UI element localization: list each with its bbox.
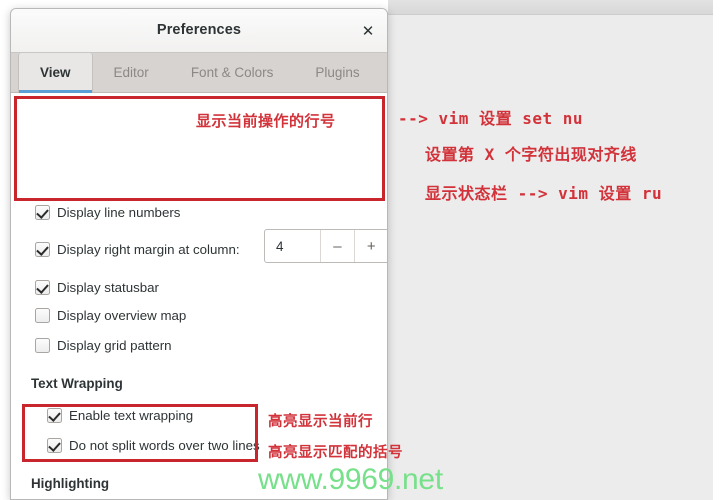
option-do-not-split-words[interactable]: Do not split words over two lines	[47, 434, 260, 456]
tab-editor[interactable]: Editor	[93, 53, 170, 92]
close-icon[interactable]: ✕	[357, 20, 379, 42]
checkbox-display-line-numbers[interactable]	[35, 204, 50, 220]
desktop-background	[713, 0, 725, 500]
stepper-decrement-button[interactable]: –	[321, 230, 355, 262]
option-display-line-numbers[interactable]: Display line numbers	[35, 201, 180, 223]
section-heading-highlighting: Highlighting	[31, 476, 110, 491]
checkbox-do-not-split-words[interactable]	[47, 437, 62, 453]
option-display-overview-map[interactable]: Display overview map	[35, 304, 186, 326]
section-heading-text-wrapping: Text Wrapping	[31, 376, 123, 391]
right-margin-column-stepper[interactable]: 4 – +	[264, 229, 387, 263]
option-display-grid-pattern[interactable]: Display grid pattern	[35, 334, 172, 356]
tab-plugins[interactable]: Plugins	[294, 53, 380, 92]
background-window	[388, 0, 715, 500]
page-title: Preferences	[156, 22, 242, 38]
option-display-statusbar[interactable]: Display statusbar	[35, 276, 159, 298]
right-margin-value[interactable]: 4	[265, 230, 322, 262]
option-enable-text-wrapping[interactable]: Enable text wrapping	[47, 404, 193, 426]
checkbox-display-grid-pattern[interactable]	[35, 337, 50, 353]
option-label: Display overview map	[57, 307, 187, 323]
option-label: Display grid pattern	[57, 337, 172, 353]
dialog-titlebar: Preferences ✕	[11, 9, 387, 53]
tab-bar: View Editor Font & Colors Plugins	[11, 53, 387, 93]
option-label: Enable text wrapping	[69, 407, 194, 423]
option-label: Do not split words over two lines	[69, 437, 260, 453]
checkbox-display-statusbar[interactable]	[35, 279, 50, 295]
checkbox-enable-text-wrapping[interactable]	[47, 407, 62, 423]
stepper-increment-button[interactable]: +	[355, 230, 387, 262]
checkbox-display-overview-map[interactable]	[35, 307, 50, 323]
checkbox-display-right-margin[interactable]	[35, 241, 50, 257]
option-label: Display right margin at column:	[57, 241, 240, 257]
tab-view[interactable]: View	[18, 53, 93, 93]
background-window-titlebar	[388, 0, 713, 15]
preferences-dialog: Preferences ✕ View Editor Font & Colors …	[10, 8, 388, 500]
tab-font-colors[interactable]: Font & Colors	[170, 53, 295, 92]
view-tab-panel: Display line numbers Display right margi…	[11, 93, 387, 499]
option-display-right-margin[interactable]: Display right margin at column:	[35, 238, 240, 260]
option-label: Display line numbers	[57, 204, 181, 220]
option-label: Display statusbar	[57, 279, 159, 295]
